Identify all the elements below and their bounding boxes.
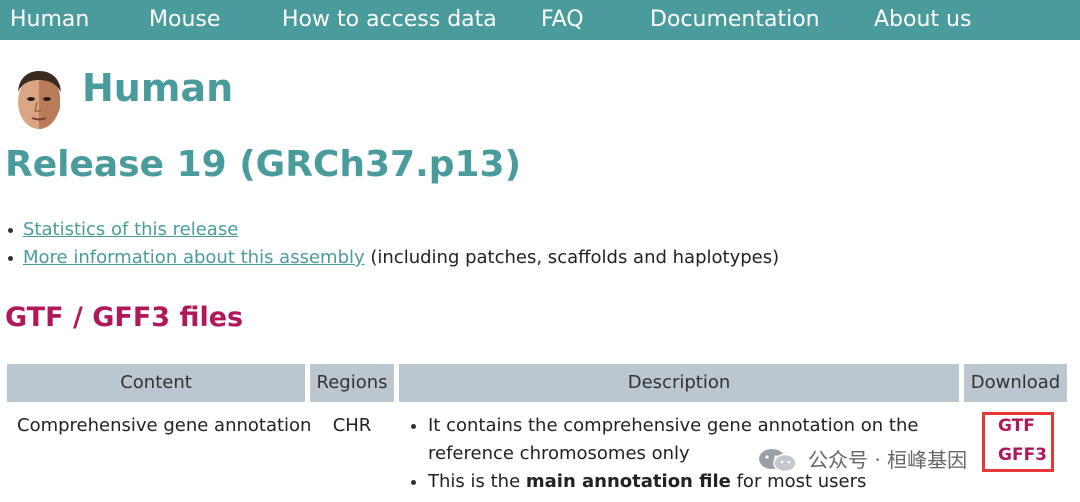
bullet-icon <box>411 424 416 429</box>
statistics-link[interactable]: Statistics of this release <box>23 219 238 240</box>
top-navigation: Human Mouse How to access data FAQ Docum… <box>0 0 1080 40</box>
column-header-download: Download <box>964 364 1067 402</box>
wechat-icon <box>759 449 797 473</box>
bullet-icon <box>411 480 416 485</box>
column-header-description: Description <box>399 364 959 402</box>
release-links: Statistics of this release More informat… <box>0 216 1080 272</box>
column-header-regions: Regions <box>310 364 394 402</box>
nav-item-about-us[interactable]: About us <box>874 0 971 40</box>
species-title: Human <box>82 66 234 110</box>
bullet-icon <box>8 256 13 261</box>
list-item: More information about this assembly (in… <box>0 244 1080 272</box>
nav-item-faq[interactable]: FAQ <box>541 0 584 40</box>
section-title: GTF / GFF3 files <box>5 302 244 333</box>
nav-item-human[interactable]: Human <box>10 0 89 40</box>
content-cell: Comprehensive gene annotation <box>17 415 312 436</box>
watermark: 公众号 · 桓峰基因 <box>752 440 1072 480</box>
nav-item-documentation[interactable]: Documentation <box>650 0 820 40</box>
watermark-text: 公众号 · 桓峰基因 <box>808 448 968 472</box>
human-face-icon <box>10 68 68 132</box>
assembly-note: (including patches, scaffolds and haplot… <box>364 247 780 268</box>
regions-cell: CHR <box>332 415 372 436</box>
column-header-content: Content <box>7 364 305 402</box>
list-item: Statistics of this release <box>0 216 1080 244</box>
nav-item-mouse[interactable]: Mouse <box>149 0 220 40</box>
bullet-icon <box>8 228 13 233</box>
description-emphasis: main annotation file <box>525 471 731 492</box>
release-title: Release 19 (GRCh37.p13) <box>5 144 522 185</box>
description-text: This is the <box>428 471 526 492</box>
nav-item-how-to-access-data[interactable]: How to access data <box>282 0 497 40</box>
assembly-info-link[interactable]: More information about this assembly <box>23 247 365 268</box>
